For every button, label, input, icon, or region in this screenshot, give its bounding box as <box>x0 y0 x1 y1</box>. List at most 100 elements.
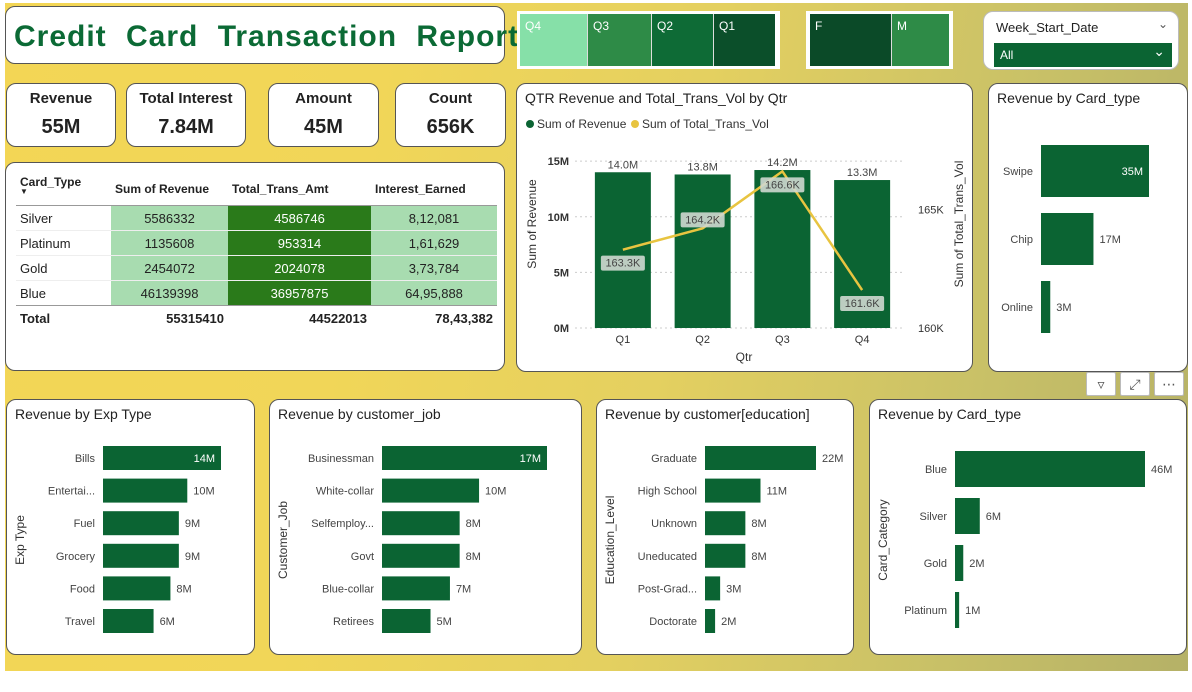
data-label: 8M <box>176 583 191 595</box>
category-label: Doctorate <box>649 616 697 628</box>
data-label: 11M <box>767 486 788 498</box>
bar[interactable] <box>955 545 964 581</box>
axis-title-y: Exp Type <box>13 515 27 565</box>
bar[interactable] <box>754 170 811 328</box>
axis-title-y: Sum of Revenue <box>525 179 539 269</box>
data-label: 46M <box>1151 464 1172 476</box>
table-cell: Silver <box>16 205 111 231</box>
y-tick-label: 5M <box>554 267 569 279</box>
bar[interactable] <box>382 576 450 601</box>
slicer-q3[interactable]: Q3 <box>588 14 652 66</box>
education-bar-chart: Education_Level Graduate 22M High School 11M… <box>603 446 843 633</box>
axis-title-y: Card_Category <box>876 499 890 580</box>
bar[interactable] <box>705 446 816 470</box>
table-cell: 55315410 <box>111 305 228 332</box>
card-type-bar-chart: Swipe 35M Chip 17M Online 3M <box>1001 145 1149 333</box>
bar[interactable] <box>705 511 746 536</box>
category-label: Platinum <box>904 605 947 617</box>
category-label: Blue <box>925 464 947 476</box>
category-label: Blue-collar <box>322 583 374 595</box>
report-title: Credit Card Transaction Report <box>14 20 520 53</box>
slicer-q2[interactable]: Q2 <box>652 14 714 66</box>
filter-icon[interactable]: ▿ <box>1086 372 1116 396</box>
category-label: Bills <box>75 453 96 465</box>
exp-type-bar-chart: Exp Type Bills 14M Entertai... 10M Fuel 9M Groc… <box>13 446 221 633</box>
exp-type-chart-card: Revenue by Exp Type Exp Type Bills 14M Ente… <box>6 399 255 655</box>
data-label: 17M <box>1099 234 1120 246</box>
x-tick-label: Q2 <box>695 334 710 346</box>
table-cell: 2024078 <box>228 255 371 281</box>
table-row[interactable]: Blue 46139398 36957875 64,95,888 <box>16 280 497 306</box>
data-label: 9M <box>185 551 200 563</box>
slicer-f[interactable]: F <box>810 14 892 66</box>
kpi-value: 656K <box>426 116 475 138</box>
week-dropdown[interactable]: All ⌄ <box>994 43 1172 67</box>
bar[interactable] <box>705 609 716 633</box>
bar[interactable] <box>103 609 154 633</box>
slicer-m[interactable]: M <box>892 14 949 66</box>
category-label: Silver <box>919 511 947 523</box>
more-options-icon[interactable]: ⋯ <box>1154 372 1184 396</box>
card-type-matrix: Card_Type ▼ Sum of Revenue Total_Trans_Am… <box>5 162 505 371</box>
kpi-value: 55M <box>41 116 81 138</box>
bar[interactable] <box>382 609 431 633</box>
data-label: 6M <box>160 616 175 628</box>
data-label: 1M <box>965 605 980 617</box>
kpi-label: Amount <box>295 90 352 107</box>
bar[interactable] <box>955 451 1145 487</box>
bar[interactable] <box>103 576 171 601</box>
matrix-header-card-type[interactable]: Card_Type ▼ <box>16 173 111 206</box>
matrix-header-trans-amt[interactable]: Total_Trans_Amt <box>228 173 371 206</box>
slicer-q1[interactable]: Q1 <box>714 14 775 66</box>
slicer-q4[interactable]: Q4 <box>520 14 588 66</box>
bar[interactable] <box>594 172 651 328</box>
matrix-header-row: Card_Type ▼ Sum of Revenue Total_Trans_Am… <box>16 173 497 206</box>
data-label: 7M <box>456 583 471 595</box>
chevron-down-icon: ⌄ <box>1153 43 1165 59</box>
table-row[interactable]: Silver 5586332 4586746 8,12,081 <box>16 205 497 231</box>
kpi-value: 7.84M <box>158 116 214 138</box>
x-tick-label: Q4 <box>855 334 870 346</box>
bar[interactable] <box>382 478 480 503</box>
category-label: Retirees <box>333 616 374 628</box>
bar[interactable] <box>705 478 761 503</box>
qtr-chart-card: QTR Revenue and Total_Trans_Vol by Qtr S… <box>516 83 973 372</box>
table-row[interactable]: Platinum 1135608 953314 1,61,629 <box>16 230 497 256</box>
bar[interactable] <box>103 543 179 568</box>
data-label: 9M <box>185 518 200 530</box>
table-row[interactable]: Gold 2454072 2024078 3,73,784 <box>16 255 497 281</box>
bar[interactable] <box>103 511 179 536</box>
category-label: Selfemploy... <box>311 518 374 530</box>
legend-label: Sum of Total_Trans_Vol <box>642 117 769 131</box>
kpi-count: Count 656K <box>395 83 506 147</box>
bar[interactable] <box>1041 281 1051 333</box>
table-cell: 953314 <box>228 230 371 256</box>
category-label: Food <box>70 583 95 595</box>
chevron-down-icon[interactable]: ⌄ <box>1158 17 1168 31</box>
card-type-chart-card: Revenue by Card_type Swipe 35M Chip 17M Onli… <box>988 83 1188 372</box>
x-tick-label: Q1 <box>616 334 631 346</box>
category-label: Businessman <box>308 453 374 465</box>
bar[interactable] <box>1041 213 1094 265</box>
bar[interactable] <box>705 543 746 568</box>
matrix-header-revenue[interactable]: Sum of Revenue <box>111 173 228 206</box>
y-tick-label: 15M <box>548 156 569 168</box>
title-card: Credit Card Transaction Report <box>5 6 518 64</box>
category-label: Post-Grad... <box>638 583 697 595</box>
bar[interactable] <box>955 498 980 534</box>
matrix-header-interest[interactable]: Interest_Earned <box>371 173 497 206</box>
bar[interactable] <box>382 511 460 536</box>
bar[interactable] <box>674 174 731 328</box>
table-cell: 5586332 <box>111 205 228 231</box>
table-cell: 8,12,081 <box>371 205 497 231</box>
bar[interactable] <box>955 592 960 628</box>
y-tick-label: 0M <box>554 323 569 335</box>
table-cell: Blue <box>16 280 111 306</box>
bar[interactable] <box>382 543 460 568</box>
bar[interactable] <box>103 478 188 503</box>
focus-mode-icon[interactable]: ⤢ <box>1120 372 1150 396</box>
kpi-amount: Amount 45M <box>268 83 379 147</box>
bar[interactable] <box>705 576 721 601</box>
data-label: 17M <box>520 453 541 465</box>
legend-marker <box>631 120 639 128</box>
